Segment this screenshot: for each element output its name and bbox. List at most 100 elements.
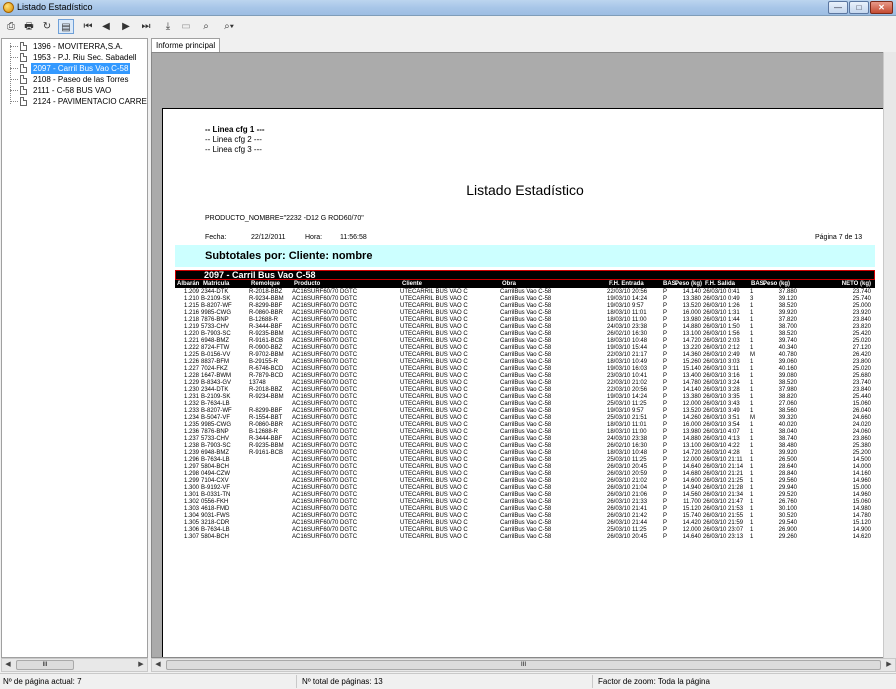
table-cell: 12.000 (682, 457, 701, 463)
table-cell: 26/03/10 21:21 (703, 471, 744, 477)
table-cell: 1.221 (183, 338, 199, 344)
table-cell: CarrilBus Vao C-58 (500, 338, 552, 344)
table-cell: 1 (750, 366, 754, 372)
print-icon[interactable]: 🖶 (21, 19, 37, 34)
table-cell: 28.640 (778, 464, 797, 470)
tree-item[interactable]: 2111 - C-58 BUS VAO (2, 85, 147, 96)
find-options-icon[interactable]: ⌕▾ (218, 19, 240, 34)
minimize-button[interactable]: — (828, 1, 848, 14)
table-cell: 1.232 (183, 401, 199, 407)
tree-item[interactable]: 2124 - PAVIMENTACIO CARRER (2, 96, 147, 107)
table-cell: 1 (750, 499, 754, 505)
tab-informe-principal[interactable]: Informe principal (151, 38, 221, 52)
report-tree[interactable]: 1396 - MOVITERRA,S.A. 1953 - P.J. Riu Sec… (1, 38, 148, 658)
table-cell: B-7903-SC (201, 331, 231, 337)
table-cell: 13.100 (682, 443, 701, 449)
maximize-button[interactable]: □ (849, 1, 869, 14)
table-cell: 25.200 (852, 450, 871, 456)
table-cell: 15.060 (852, 401, 871, 407)
table-cell: UTECARRIL BUS VAO C (400, 485, 468, 491)
tree-item[interactable]: 1396 - MOVITERRA,S.A. (2, 41, 147, 52)
table-cell: UTECARRIL BUS VAO C (400, 303, 468, 309)
table-cell: 5733-CHV (201, 436, 230, 442)
table-cell: 14.640 (682, 534, 701, 540)
table-cell: CarrilBus Vao C-58 (500, 331, 552, 337)
table-cell: B-7903-SC (201, 443, 231, 449)
table-cell: B-7634-LB (201, 527, 230, 533)
table-cell: AC16SURF60/70 DGTC (292, 499, 358, 505)
scroll-right-icon[interactable]: ▶ (135, 659, 147, 671)
viewer-horizontal-scrollbar[interactable]: ◀ III ▶ (151, 658, 896, 672)
table-cell: AC16SURF60/70 DGTC (292, 492, 358, 498)
report-viewer[interactable]: -- Linea cfg 1 --- -- Linea cfg 2 --- --… (151, 52, 896, 658)
table-cell: 14.880 (682, 324, 701, 330)
tree-item[interactable]: 2108 - Paseo de las Torres (2, 74, 147, 85)
table-cell: P (663, 408, 668, 414)
viewer-vertical-scrollbar[interactable] (883, 52, 896, 658)
table-cell: 19/03/10 9:57 (607, 408, 644, 414)
column-header: Albarán (177, 281, 200, 287)
printer-setup-icon[interactable]: ⎙ (3, 19, 19, 34)
table-cell: 26/03/10 20:45 (607, 534, 648, 540)
find-icon[interactable]: ⌕ (198, 19, 214, 34)
document-icon (20, 86, 27, 95)
table-cell: 1.303 (183, 506, 199, 512)
refresh-icon[interactable]: ↻ (39, 19, 55, 34)
table-cell: 26/03/10 0:49 (703, 296, 740, 302)
table-cell: 40.340 (778, 345, 797, 351)
table-cell: 7876-BNP (201, 429, 229, 435)
prev-page-icon[interactable]: ◀ (98, 19, 114, 34)
table-cell: P (663, 534, 668, 540)
table-cell: 23.860 (852, 436, 871, 442)
column-header: Remolque (251, 281, 281, 287)
table-cell: 1.220 (183, 331, 199, 337)
table-cell: 18/03/10 11:00 (607, 317, 647, 323)
table-cell: CarrilBus Vao C-58 (500, 485, 552, 491)
table-cell: 29.260 (778, 534, 797, 540)
window-title: Listado Estadístico (17, 2, 93, 12)
table-cell: R-8299-BBF (249, 303, 283, 309)
next-page-icon[interactable]: ▶ (118, 19, 134, 34)
tree-toggle-icon[interactable]: ▤ (58, 19, 74, 34)
page-setup-icon[interactable]: ▭ (178, 19, 194, 34)
table-cell: 1 (750, 338, 754, 344)
table-cell: P (663, 324, 668, 330)
table-cell: R-9235-BBM (249, 331, 284, 337)
table-cell: B-8207-WF (201, 303, 232, 309)
table-cell: 26/03/10 3:35 (703, 394, 740, 400)
pane-splitter[interactable] (148, 38, 150, 673)
table-cell: 7024-FKZ (201, 366, 228, 372)
close-button[interactable]: ✕ (870, 1, 893, 14)
table-cell: CarrilBus Vao C-58 (500, 352, 552, 358)
table-cell: AC16SURF60/70 DGTC (292, 513, 358, 519)
last-page-icon[interactable]: ⏭ (138, 19, 154, 34)
table-cell: 18/03/10 10:48 (607, 450, 648, 456)
table-cell: 15.740 (682, 513, 701, 519)
table-cell: 1.225 (183, 352, 199, 358)
table-cell: 27.060 (778, 401, 797, 407)
viewer-scroll-thumb[interactable]: III (166, 660, 881, 670)
table-cell: 1 (750, 345, 754, 351)
table-cell: 26/03/10 20:45 (607, 464, 648, 470)
document-icon (20, 97, 27, 106)
scroll-right-icon[interactable]: ▶ (883, 659, 895, 671)
table-cell: AC16SURF60/70 DGTC (292, 443, 358, 449)
table-row: 1.239 6948-BMZ R-9161-BCB AC16SURF60/70 DGT… (175, 450, 875, 457)
table-cell: UTECARRIL BUS VAO C (400, 422, 468, 428)
tree-scroll-thumb[interactable]: III (16, 660, 74, 670)
table-cell: 1.302 (183, 499, 199, 505)
table-cell: 9985-CWG (201, 310, 232, 316)
table-cell: 26/03/10 21:11 (703, 457, 743, 463)
scroll-left-icon[interactable]: ◀ (152, 659, 164, 671)
tree-item[interactable]: 2097 - Carril Bus Vao C-58 (2, 63, 147, 74)
table-cell: 1.304 (183, 513, 199, 519)
first-page-icon[interactable]: ⏮ (80, 19, 96, 34)
table-row: 1.305 3218-CDR AC16SURF60/70 DGTC UTECARRIL… (175, 520, 875, 527)
export-icon[interactable]: ⤓ (160, 19, 176, 34)
tree-item[interactable]: 1953 - P.J. Riu Sec. Sabadell (2, 52, 147, 63)
tree-connector (10, 57, 18, 58)
tree-horizontal-scrollbar[interactable]: ◀ III ▶ (1, 658, 148, 672)
table-cell: 37.980 (778, 387, 797, 393)
table-cell: B-7634-LB (201, 457, 230, 463)
scroll-left-icon[interactable]: ◀ (2, 659, 14, 671)
